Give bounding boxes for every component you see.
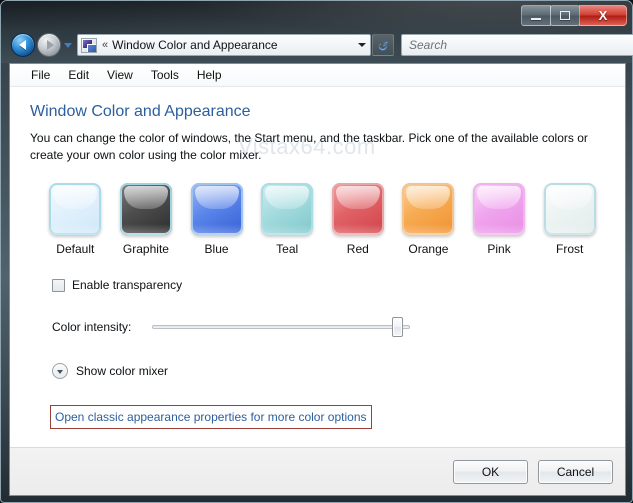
color-swatch-orange[interactable]: Orange bbox=[393, 183, 464, 256]
vista-window: X « Window Color and Appearance ↺ Search… bbox=[0, 0, 633, 503]
refresh-button[interactable]: ↺ bbox=[372, 34, 394, 56]
swatch-preview[interactable] bbox=[261, 183, 314, 236]
slider-track[interactable] bbox=[152, 325, 410, 330]
color-swatch-default[interactable]: Default bbox=[40, 183, 111, 256]
show-color-mixer-row[interactable]: Show color mixer bbox=[52, 363, 605, 380]
maximize-icon bbox=[560, 11, 570, 20]
breadcrumb-overflow-icon[interactable]: « bbox=[102, 39, 108, 51]
ok-button[interactable]: OK bbox=[453, 459, 528, 484]
enable-transparency-label: Enable transparency bbox=[72, 278, 183, 293]
cancel-button[interactable]: Cancel bbox=[538, 459, 613, 484]
swatch-preview[interactable] bbox=[402, 183, 455, 236]
caption-buttons: X bbox=[521, 5, 627, 26]
menu-item-file[interactable]: File bbox=[22, 66, 59, 84]
swatch-label: Red bbox=[346, 242, 369, 257]
classic-appearance-link[interactable]: Open classic appearance properties for m… bbox=[55, 410, 367, 424]
color-swatch-graphite[interactable]: Graphite bbox=[111, 183, 182, 256]
swatch-label: Frost bbox=[556, 242, 584, 257]
refresh-icon: ↺ bbox=[377, 37, 389, 53]
back-button[interactable] bbox=[11, 33, 35, 57]
color-intensity-label: Color intensity: bbox=[52, 320, 132, 335]
show-color-mixer-label: Show color mixer bbox=[76, 364, 169, 379]
enable-transparency-checkbox[interactable] bbox=[52, 278, 65, 292]
page-content: Window Color and Appearance You can chan… bbox=[10, 87, 625, 430]
color-swatch-row: Default Graphite Blue Teal Red Orange Pi… bbox=[30, 183, 605, 256]
swatch-label: Blue bbox=[204, 242, 229, 257]
menu-item-view[interactable]: View bbox=[98, 66, 142, 84]
swatch-preview[interactable] bbox=[331, 183, 384, 236]
chevron-down-icon[interactable] bbox=[52, 363, 68, 380]
dialog-footer: OK Cancel bbox=[10, 447, 625, 495]
maximize-button[interactable] bbox=[550, 5, 580, 26]
menu-item-help[interactable]: Help bbox=[188, 66, 231, 84]
close-icon: X bbox=[598, 8, 608, 23]
arrow-left-icon bbox=[18, 40, 26, 50]
swatch-label: Graphite bbox=[122, 242, 169, 257]
color-swatch-pink[interactable]: Pink bbox=[464, 183, 535, 256]
search-box[interactable]: Search ⚲ bbox=[401, 34, 633, 56]
address-dropdown-button[interactable] bbox=[354, 43, 370, 47]
address-text: Window Color and Appearance bbox=[112, 38, 278, 52]
color-intensity-slider[interactable] bbox=[152, 317, 410, 338]
color-swatch-frost[interactable]: Frost bbox=[534, 183, 605, 256]
navigation-bar: « Window Color and Appearance ↺ Search ⚲ bbox=[7, 31, 633, 59]
minimize-icon bbox=[531, 17, 541, 20]
swatch-label: Pink bbox=[487, 242, 511, 257]
menu-bar: File Edit View Tools Help bbox=[10, 64, 625, 87]
slider-thumb[interactable] bbox=[391, 317, 403, 338]
swatch-preview[interactable] bbox=[49, 183, 102, 236]
page-title: Window Color and Appearance bbox=[30, 103, 251, 120]
recent-pages-button[interactable] bbox=[62, 42, 74, 48]
menu-item-tools[interactable]: Tools bbox=[142, 66, 188, 84]
arrow-right-icon bbox=[46, 40, 54, 50]
chevron-down-icon bbox=[358, 43, 366, 47]
swatch-label: Teal bbox=[276, 242, 299, 257]
minimize-button[interactable] bbox=[521, 5, 551, 26]
forward-button[interactable] bbox=[37, 33, 61, 57]
client-area: File Edit View Tools Help Vistax64.com W… bbox=[9, 63, 626, 496]
swatch-label: Default bbox=[56, 242, 95, 257]
swatch-preview[interactable] bbox=[190, 183, 243, 236]
color-swatch-teal[interactable]: Teal bbox=[252, 183, 323, 256]
chevron-down-icon bbox=[64, 42, 72, 48]
address-bar[interactable]: « Window Color and Appearance bbox=[77, 34, 371, 56]
page-description: You can change the color of windows, the… bbox=[30, 131, 588, 163]
search-input[interactable]: Search bbox=[409, 38, 630, 52]
enable-transparency-row[interactable]: Enable transparency bbox=[52, 278, 605, 292]
swatch-preview[interactable] bbox=[119, 183, 172, 236]
swatch-label: Orange bbox=[408, 242, 449, 257]
color-swatch-blue[interactable]: Blue bbox=[181, 183, 252, 256]
swatch-preview[interactable] bbox=[543, 183, 596, 236]
classic-appearance-link-focus[interactable]: Open classic appearance properties for m… bbox=[50, 405, 372, 430]
menu-item-edit[interactable]: Edit bbox=[59, 66, 98, 84]
close-button[interactable]: X bbox=[579, 5, 627, 26]
swatch-preview[interactable] bbox=[473, 183, 526, 236]
color-intensity-row: Color intensity: bbox=[52, 317, 605, 338]
control-panel-icon bbox=[81, 37, 97, 53]
color-swatch-red[interactable]: Red bbox=[323, 183, 394, 256]
